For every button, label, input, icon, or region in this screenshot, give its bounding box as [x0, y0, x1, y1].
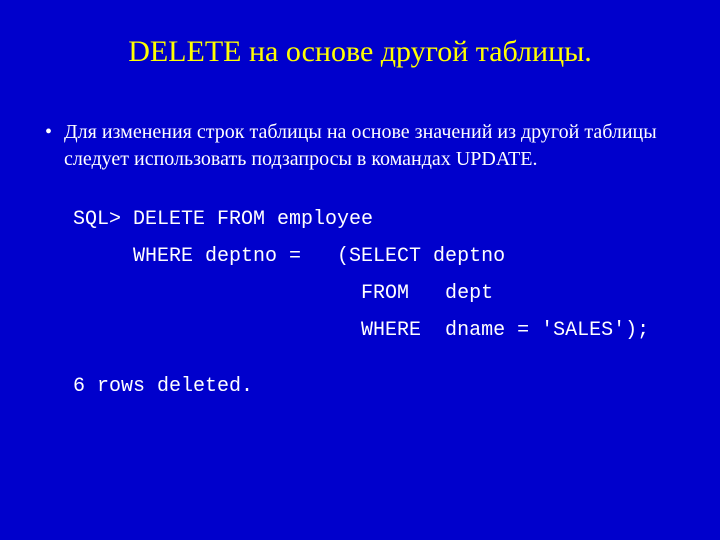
sql-result: 6 rows deleted. [73, 375, 675, 398]
bullet-text: Для изменения строк таблицы на основе зн… [64, 119, 675, 173]
code-line-3: FROM dept [73, 282, 493, 305]
slide-title: DELETE на основе другой таблицы. [45, 35, 675, 69]
code-line-1: SQL> DELETE FROM employee [73, 208, 373, 231]
bullet-marker: • [45, 119, 52, 145]
bullet-item: • Для изменения строк таблицы на основе … [45, 119, 675, 173]
code-line-4: WHERE dname = 'SALES'); [73, 319, 649, 342]
code-line-2: WHERE deptno = (SELECT deptno [73, 245, 505, 268]
sql-code-block: SQL> DELETE FROM employee WHERE deptno =… [73, 201, 675, 349]
